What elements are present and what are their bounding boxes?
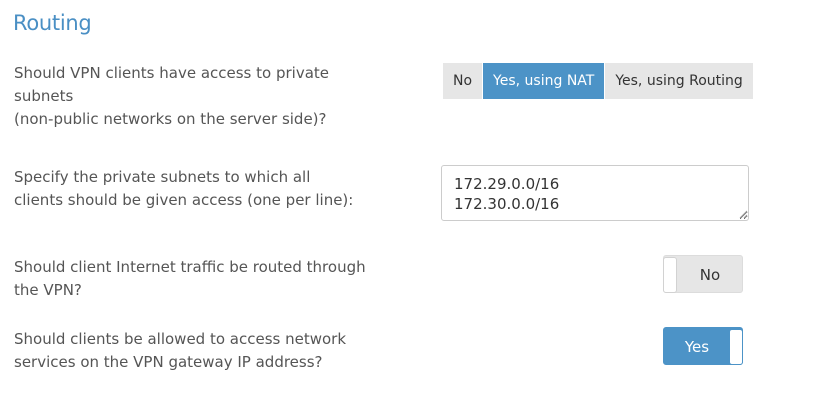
- question-line: subnets: [14, 87, 74, 105]
- section-title: Routing: [13, 11, 92, 35]
- access-mode-selector: No Yes, using NAT Yes, using Routing: [443, 63, 753, 99]
- access-mode-no-button[interactable]: No: [443, 63, 484, 99]
- question-line: Specify the private subnets to which all: [14, 168, 311, 186]
- access-mode-nat-button[interactable]: Yes, using NAT: [483, 63, 606, 99]
- toggle-knob: [663, 257, 677, 293]
- question-line: the VPN?: [14, 281, 82, 299]
- question-line: Should clients be allowed to access netw…: [14, 330, 347, 348]
- internet-traffic-question: Should client Internet traffic be routed…: [14, 256, 399, 302]
- gateway-services-toggle[interactable]: Yes: [663, 327, 743, 365]
- toggle-label: Yes: [684, 338, 710, 356]
- question-line: services on the VPN gateway IP address?: [14, 353, 323, 371]
- internet-traffic-toggle[interactable]: No: [663, 255, 743, 293]
- access-private-question: Should VPN clients have access to privat…: [14, 62, 384, 131]
- gateway-services-question: Should clients be allowed to access netw…: [14, 328, 399, 374]
- question-line: clients should be given access (one per …: [14, 191, 354, 209]
- question-line: (non-public networks on the server side)…: [14, 110, 327, 128]
- toggle-knob: [729, 329, 743, 365]
- question-line: Should VPN clients have access to privat…: [14, 64, 329, 82]
- access-mode-routing-button[interactable]: Yes, using Routing: [605, 63, 753, 99]
- toggle-label: No: [699, 266, 721, 284]
- private-subnets-textarea[interactable]: [441, 165, 749, 221]
- subnets-question: Specify the private subnets to which all…: [14, 166, 384, 212]
- question-line: Should client Internet traffic be routed…: [14, 258, 366, 276]
